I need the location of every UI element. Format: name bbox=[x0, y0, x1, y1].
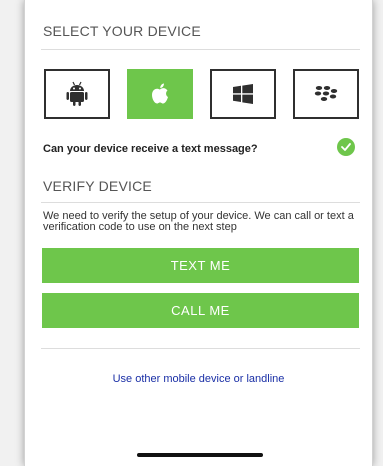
other-device-link[interactable]: Use other mobile device or landline bbox=[25, 373, 372, 385]
divider bbox=[41, 49, 360, 50]
checkmark-icon bbox=[337, 138, 355, 156]
blackberry-icon bbox=[314, 86, 338, 101]
windows-icon bbox=[233, 84, 253, 104]
verify-device-heading: VERIFY DEVICE bbox=[43, 178, 152, 194]
apple-icon bbox=[152, 83, 168, 104]
verify-description: We need to verify the setup of your devi… bbox=[43, 210, 354, 233]
device-option-blackberry[interactable] bbox=[293, 69, 359, 119]
android-icon bbox=[66, 81, 88, 106]
divider bbox=[41, 202, 360, 203]
select-device-heading: SELECT YOUR DEVICE bbox=[43, 23, 201, 39]
divider bbox=[41, 348, 360, 349]
call-me-button[interactable]: CALL ME bbox=[42, 293, 359, 328]
device-option-windows[interactable] bbox=[210, 69, 276, 119]
device-option-android[interactable] bbox=[44, 69, 110, 119]
sms-capability-question: Can your device receive a text message? bbox=[43, 143, 258, 155]
device-setup-panel: SELECT YOUR DEVICE Can your device recei… bbox=[24, 0, 373, 466]
text-me-button[interactable]: TEXT ME bbox=[42, 248, 359, 283]
device-option-apple[interactable] bbox=[127, 69, 193, 119]
home-indicator[interactable] bbox=[137, 453, 263, 457]
